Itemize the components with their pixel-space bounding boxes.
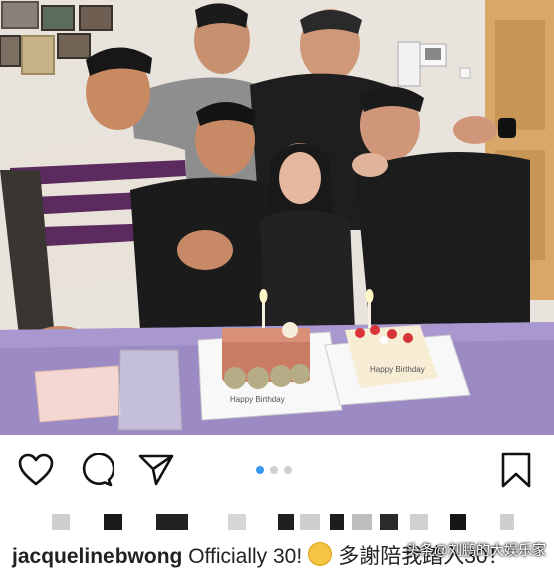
bookmark-icon[interactable] bbox=[500, 452, 532, 488]
carousel-dot[interactable] bbox=[256, 466, 264, 474]
post-photo[interactable]: Happy Birthday Happy Birthday bbox=[0, 0, 554, 435]
paper-plane-icon[interactable] bbox=[138, 453, 174, 487]
carousel-dot[interactable] bbox=[270, 466, 278, 474]
heart-icon[interactable] bbox=[18, 453, 54, 487]
comment-icon[interactable] bbox=[80, 453, 114, 487]
carousel-indicator[interactable] bbox=[256, 466, 292, 474]
smiling-face-icon bbox=[308, 542, 333, 566]
watermark-text: 头条@刘鹏的大娱乐家 bbox=[405, 542, 546, 558]
likes-row-obscured bbox=[52, 514, 514, 530]
cake-left-text: Happy Birthday bbox=[230, 395, 285, 404]
cake-right-text: Happy Birthday bbox=[370, 365, 425, 374]
caption-text: Officially 30! bbox=[188, 545, 303, 568]
party-photo-illustration: Happy Birthday Happy Birthday bbox=[0, 0, 554, 435]
username-link[interactable]: jacquelinebwong bbox=[12, 545, 182, 568]
carousel-dot[interactable] bbox=[284, 466, 292, 474]
